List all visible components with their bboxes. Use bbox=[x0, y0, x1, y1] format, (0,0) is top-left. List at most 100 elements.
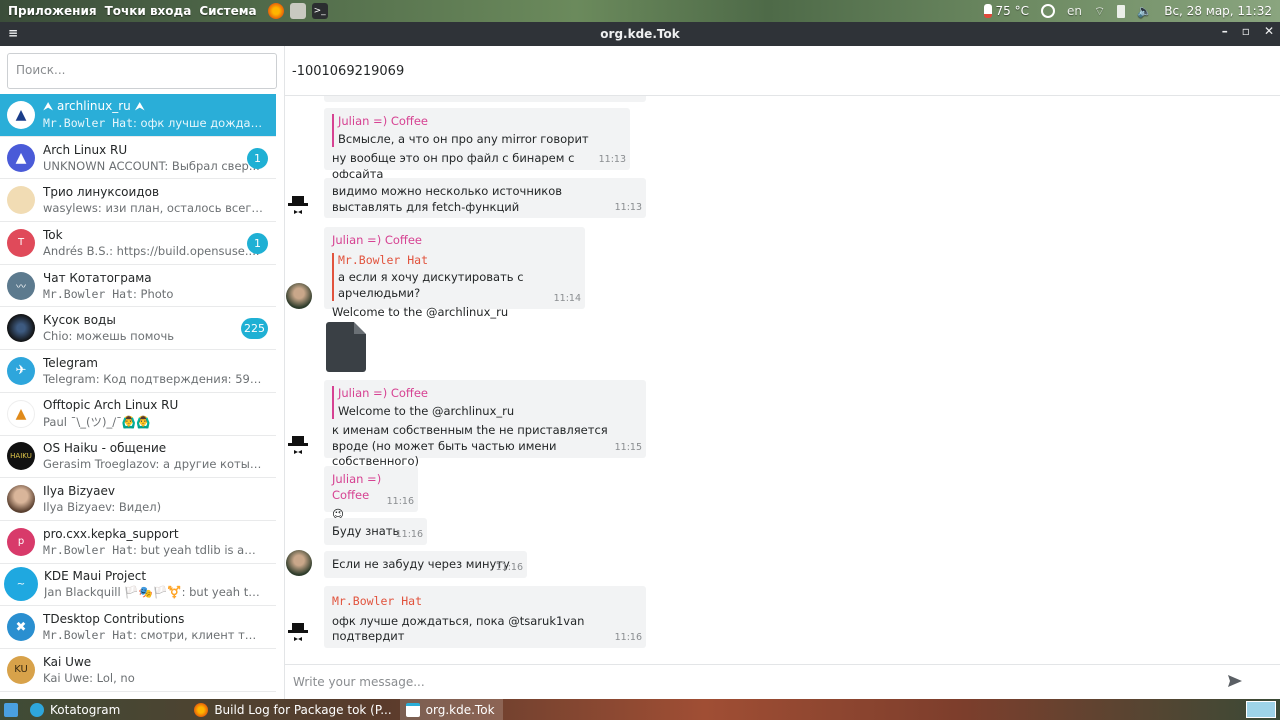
menu-places[interactable]: Точки входа bbox=[105, 4, 192, 18]
message-text: Welcome to the @archlinux_ru bbox=[332, 305, 509, 320]
chat-sender: Mr.Bowler Hat bbox=[43, 628, 134, 643]
chat-preview: Kai Uwe: Lol, no bbox=[43, 670, 135, 685]
chat-item-kepka-support[interactable]: p pro.cxx.kepka_support Mr.Bowler Hat: b… bbox=[0, 521, 276, 564]
chat-item-kde-maui[interactable]: ~ KDE Maui Project Jan Blackquill 🏳️🎭🏳️⚧… bbox=[0, 564, 276, 607]
chat-item-kusok-vody[interactable]: Кусок воды Chio: можешь помочь 225 bbox=[0, 307, 276, 351]
show-desktop-icon[interactable] bbox=[4, 702, 18, 717]
message-time: 11:15 bbox=[614, 442, 642, 454]
chat-list: ▲ ⮝ archlinux_ru ⮝ Mr.Bowler Hat: офк лу… bbox=[0, 94, 276, 692]
unread-badge: 1 bbox=[247, 233, 268, 255]
message-time: 11:16 bbox=[614, 632, 642, 644]
chat-name: Tok bbox=[43, 227, 63, 242]
avatar: p bbox=[7, 527, 35, 556]
avatar: KU bbox=[7, 655, 35, 684]
volume-icon[interactable]: 🔈 bbox=[1137, 4, 1152, 18]
chat-name: Трио линуксоидов bbox=[43, 185, 160, 200]
workspace-switcher[interactable] bbox=[1246, 701, 1276, 718]
task-tok[interactable]: org.kde.Tok bbox=[399, 699, 503, 720]
menu-applications[interactable]: Приложения bbox=[8, 4, 97, 18]
chat-name: KDE Maui Project bbox=[44, 569, 147, 584]
chat-name: OS Haiku - общение bbox=[43, 441, 167, 456]
message-author: Julian =) Coffee bbox=[332, 233, 422, 247]
telegram-icon: ✈ bbox=[7, 356, 35, 385]
chat-sidebar: Поиск... ▲ ⮝ archlinux_ru ⮝ Mr.Bowler Ha… bbox=[0, 46, 285, 699]
chat-name: Kai Uwe bbox=[43, 654, 92, 669]
chat-item-trio[interactable]: Трио линуксоидов wasylews: изи план, ост… bbox=[0, 179, 276, 223]
kotatogram-avatar: 〰 bbox=[7, 271, 35, 300]
task-firefox[interactable]: Build Log for Package tok (P... bbox=[188, 699, 399, 720]
file-icon[interactable] bbox=[326, 322, 366, 372]
task-label: Kotatogram bbox=[50, 702, 121, 717]
chat-name: Ilya Bizyaev bbox=[43, 484, 115, 499]
firefox-icon bbox=[194, 702, 209, 717]
message-bubble: Mr.Bowler Hat офк лучше дождаться, пока … bbox=[324, 586, 646, 648]
message-text: офк лучше дождаться, пока @tsaruk1van по… bbox=[332, 613, 585, 644]
reply-quote: Julian =) Coffee Welcome to the @archlin… bbox=[332, 386, 638, 420]
chat-item-telegram[interactable]: ✈ Telegram Telegram: Код подтверждения: … bbox=[0, 350, 276, 393]
user-photo-avatar[interactable] bbox=[286, 550, 312, 576]
chat-preview: : Photo bbox=[133, 286, 174, 301]
wifi-icon[interactable]: ⌔ bbox=[1094, 4, 1105, 19]
message-text: Если не забуду через минуту bbox=[332, 557, 510, 571]
chat-preview: Telegram: Код подтверждения: 59065. ... bbox=[43, 371, 263, 386]
bowler-hat-avatar[interactable] bbox=[285, 431, 311, 457]
minimize-icon[interactable]: – bbox=[1222, 24, 1228, 38]
message-time: 11:14 bbox=[553, 293, 581, 305]
menu-system[interactable]: Система bbox=[199, 4, 256, 18]
firefox-icon[interactable] bbox=[267, 3, 284, 19]
avatar: T bbox=[7, 228, 35, 257]
chat-item-kai-uwe[interactable]: KU Kai Uwe Kai Uwe: Lol, no bbox=[0, 649, 276, 692]
bowler-hat-avatar[interactable] bbox=[285, 618, 311, 644]
message-bubble: Julian =) Coffee 😉 11:16 bbox=[324, 466, 418, 521]
chat-item-haiku[interactable]: HAIKU OS Haiku - общение Gerasim Troegla… bbox=[0, 436, 276, 479]
chat-item-offtopic-arch[interactable]: ▲ Offtopic Arch Linux RU Paul ¯\_(ツ)_/¯🙆… bbox=[0, 393, 276, 436]
user-photo-avatar bbox=[7, 485, 35, 514]
search-input[interactable]: Поиск... bbox=[7, 53, 277, 89]
chat-name: Offtopic Arch Linux RU bbox=[43, 397, 179, 412]
chat-item-tok[interactable]: T Tok Andrés B.S.: https://build.opensus… bbox=[0, 222, 276, 265]
terminal-icon[interactable]: >_ bbox=[311, 3, 328, 19]
quote-author: Mr.Bowler Hat bbox=[338, 252, 429, 267]
chat-item-arch-linux-ru[interactable]: ▲ Arch Linux RU UNKNOWN ACCOUNT: Выбрал … bbox=[0, 137, 276, 180]
maximize-icon[interactable]: ▫ bbox=[1242, 24, 1250, 38]
task-kotatogram[interactable]: Kotatogram bbox=[24, 699, 128, 720]
avatar bbox=[7, 314, 35, 343]
window-menu-icon[interactable]: ≡ bbox=[8, 26, 18, 40]
message-list: Julian =) Coffee Всмысле, а что он про a… bbox=[285, 96, 1280, 664]
file-manager-icon[interactable] bbox=[289, 3, 306, 19]
battery-icon[interactable] bbox=[1117, 4, 1126, 18]
message-input[interactable]: Write your message... bbox=[285, 664, 1280, 699]
close-icon[interactable]: ✕ bbox=[1264, 24, 1274, 38]
chat-preview: Jan Blackquill 🏳️🎭🏳️⚧️: but yeah tdlib .… bbox=[44, 585, 264, 600]
bowler-hat-avatar[interactable] bbox=[285, 191, 311, 217]
chat-name: ⮝ archlinux_ru ⮝ bbox=[43, 99, 145, 114]
unread-badge: 225 bbox=[241, 318, 268, 340]
thermometer-icon bbox=[983, 4, 992, 18]
send-icon[interactable] bbox=[1226, 672, 1244, 690]
chat-item-kotatogram[interactable]: 〰 Чат Котатограма Mr.Bowler Hat: Photo bbox=[0, 265, 276, 308]
window-title: org.kde.Tok bbox=[600, 27, 680, 41]
task-label: org.kde.Tok bbox=[425, 702, 495, 717]
chat-preview: wasylews: изи план, осталось всего н... bbox=[43, 201, 263, 216]
chat-item-archlinux-ru[interactable]: ▲ ⮝ archlinux_ru ⮝ Mr.Bowler Hat: офк лу… bbox=[0, 94, 276, 137]
task-label: Build Log for Package tok (P... bbox=[214, 702, 392, 717]
window-titlebar: ≡ org.kde.Tok – ▫ ✕ bbox=[0, 22, 1280, 46]
message-time: 11:16 bbox=[386, 496, 414, 508]
user-photo-avatar[interactable] bbox=[286, 283, 312, 309]
message-author: Julian =) Coffee bbox=[338, 386, 428, 400]
unread-badge: 1 bbox=[247, 147, 268, 169]
message-bubble: Julian =) Coffee Welcome to the @archlin… bbox=[324, 380, 646, 468]
chat-preview: Paul ¯\_(ツ)_/¯🙆‍♂️🙆‍♂️ bbox=[43, 414, 151, 429]
chat-sender: Mr.Bowler Hat bbox=[43, 116, 134, 131]
message-time: 11:13 bbox=[614, 202, 642, 214]
chat-item-ilya-bizyaev[interactable]: Ilya Bizyaev Ilya Bizyaev: Видел) bbox=[0, 478, 276, 521]
chat-item-tdesktop[interactable]: ✖ TDesktop Contributions Mr.Bowler Hat: … bbox=[0, 606, 276, 649]
updates-icon[interactable] bbox=[1040, 4, 1055, 18]
message-text: видимо можно несколько источников выстав… bbox=[332, 184, 563, 214]
top-panel: Приложения Точки входа Система >_ 75 °C … bbox=[0, 0, 1280, 22]
message-bubble: видимо можно несколько источников выстав… bbox=[324, 178, 646, 218]
chat-preview: : офк лучше дождатьс... bbox=[133, 116, 263, 131]
clock[interactable]: Вс, 28 мар, 11:32 bbox=[1164, 4, 1272, 18]
chat-name: TDesktop Contributions bbox=[43, 612, 185, 627]
keyboard-layout[interactable]: en bbox=[1067, 4, 1082, 18]
